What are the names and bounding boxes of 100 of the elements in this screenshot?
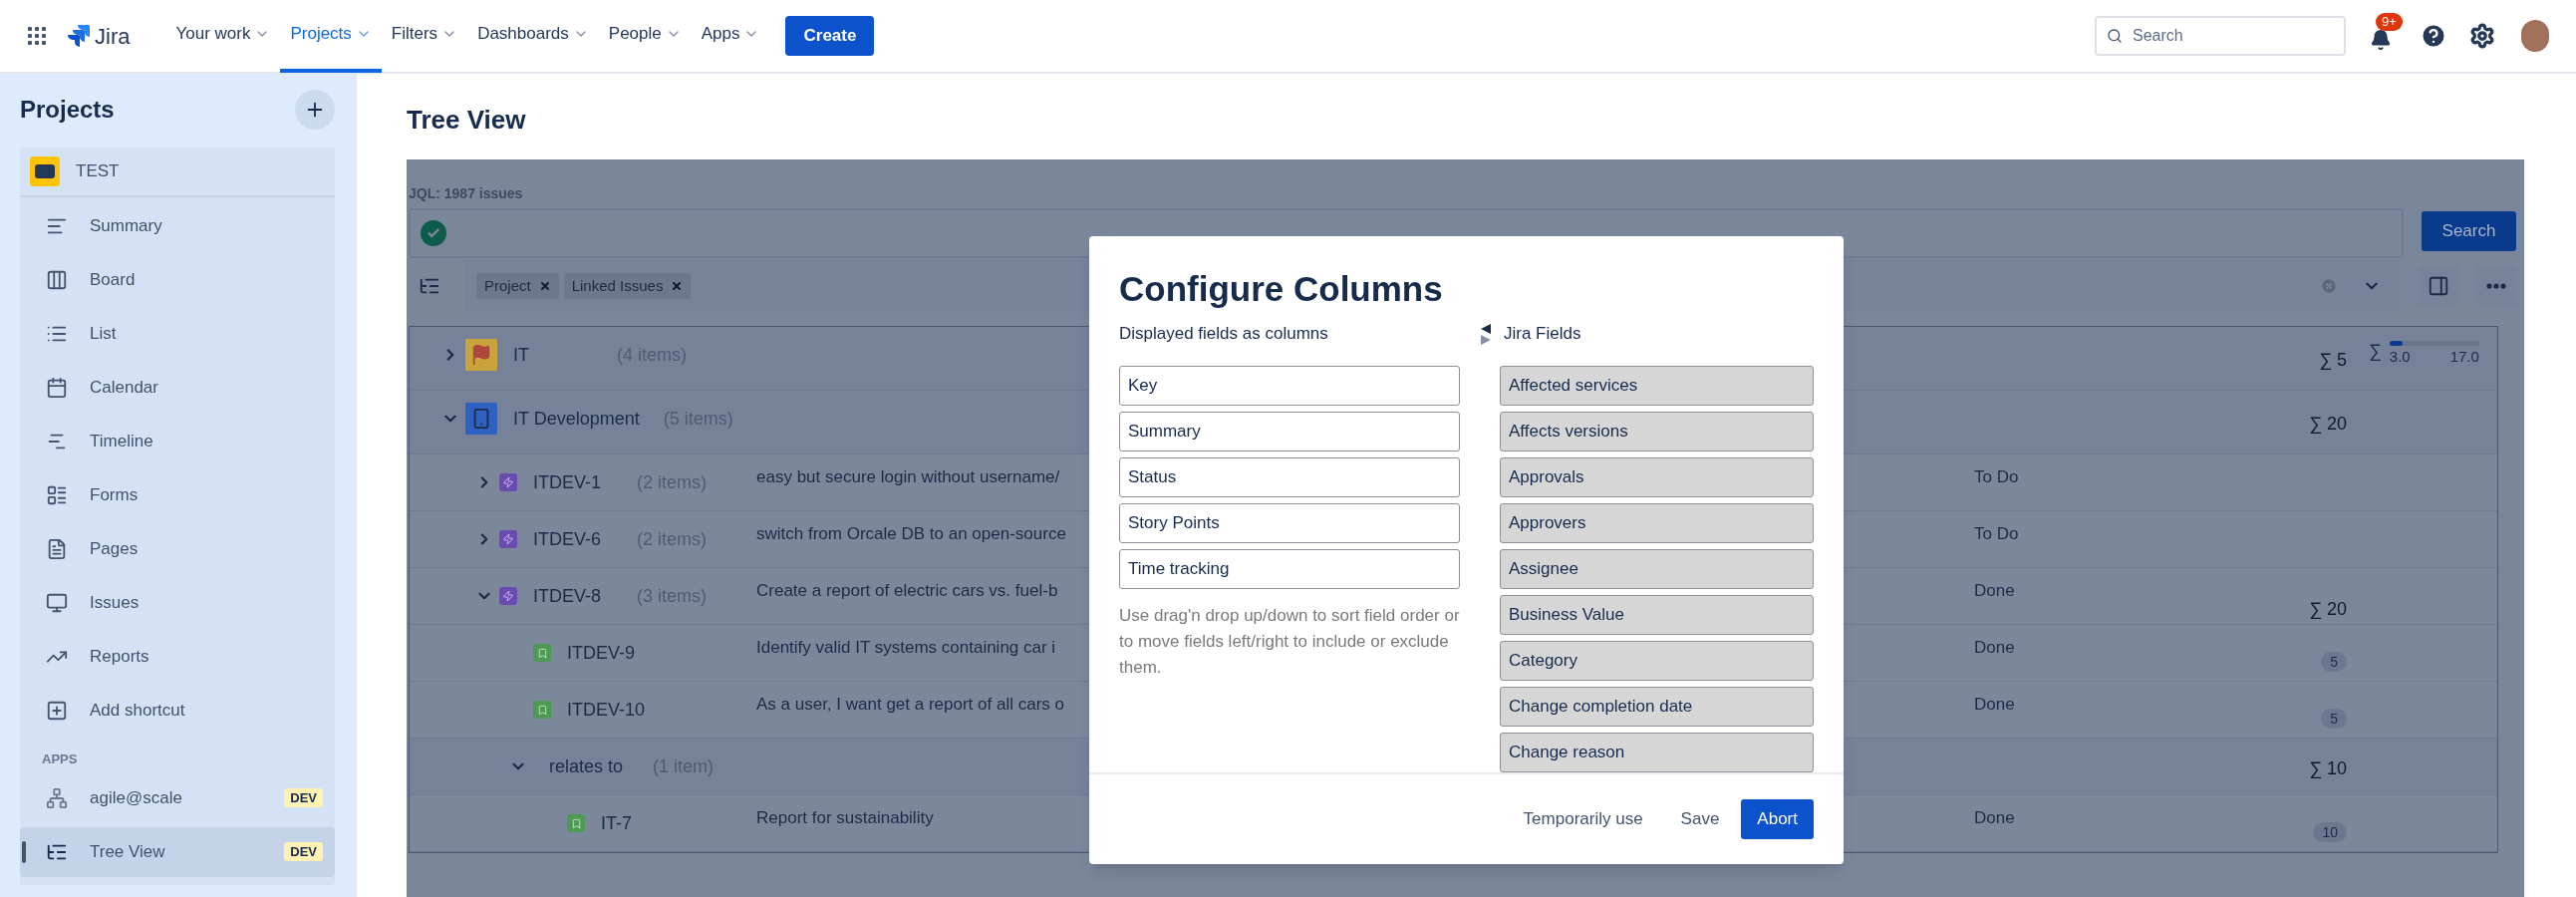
sidebar-item[interactable]: Calendar — [20, 363, 335, 413]
collapse-expand-icon[interactable] — [1480, 323, 1492, 345]
sidebar-item[interactable]: Summary — [20, 201, 335, 251]
dialog-button[interactable]: Temporarily use — [1507, 799, 1659, 839]
story-points-sum: ∑ 5 — [2319, 349, 2347, 372]
settings-icon[interactable] — [2469, 23, 2495, 49]
available-field[interactable]: Approvals — [1500, 457, 1814, 497]
issue-key[interactable]: ITDEV-9 — [567, 639, 647, 667]
available-field[interactable]: Change completion date — [1500, 687, 1814, 727]
available-field[interactable]: Approvers — [1500, 503, 1814, 543]
available-field[interactable]: Change reason — [1500, 733, 1814, 772]
issue-key[interactable]: ITDEV-8 — [533, 582, 613, 610]
app-name[interactable]: Jira — [95, 19, 131, 53]
logo-icon — [65, 23, 91, 49]
available-field[interactable]: Business Value — [1500, 595, 1814, 635]
columns-icon — [2428, 275, 2449, 297]
time-sum-sign: ∑ — [2369, 341, 2382, 361]
issue-status: To Do — [1974, 524, 2019, 543]
search-field[interactable]: Search — [2095, 16, 2346, 56]
displayed-field[interactable]: Time tracking — [1119, 549, 1460, 589]
dev-badge: DEV — [284, 787, 323, 808]
nav-menu-item[interactable]: Dashboards — [467, 0, 599, 73]
available-field[interactable]: Assignee — [1500, 549, 1814, 589]
issue-summary: As a user, I want get a report of all cars o — [756, 695, 1064, 714]
issue-summary: Create a report of electric cars vs. fuel-b — [756, 581, 1058, 600]
dev-badge: DEV — [284, 841, 323, 862]
displayed-field[interactable]: Story Points — [1119, 503, 1460, 543]
issue-summary: Identify valid IT systems containing car i — [756, 638, 1056, 657]
jql-result-count: JQL: 1987 issues — [409, 184, 524, 203]
issue-key[interactable]: ITDEV-1 — [533, 468, 613, 496]
lightning-icon — [499, 587, 517, 605]
available-field[interactable]: Affected services — [1500, 366, 1814, 406]
add-project-button[interactable] — [295, 90, 335, 130]
section-heading: APPS — [42, 750, 79, 768]
app-grid-icon[interactable] — [27, 26, 47, 46]
create-button[interactable]: Create — [785, 16, 875, 56]
add-icon — [46, 700, 68, 722]
notifications-icon[interactable] — [2370, 29, 2392, 51]
issue-key[interactable]: IT-7 — [601, 809, 681, 837]
lightning-icon — [499, 473, 517, 491]
sidebar-item[interactable]: Pages — [20, 524, 335, 574]
sidebar-item[interactable]: Reports — [20, 632, 335, 682]
dialog-title: Configure Columns — [1119, 268, 1444, 310]
issue-summary: switch from Orcale DB to an open-source — [756, 524, 1066, 543]
project-name[interactable]: IT — [513, 341, 593, 369]
remove-icon[interactable] — [538, 280, 551, 292]
sidebar-title: Projects — [20, 95, 115, 125]
issue-key[interactable]: ITDEV-10 — [567, 696, 647, 724]
board-icon — [46, 269, 68, 291]
issue-status: Done — [1974, 581, 2015, 600]
sidebar-item[interactable]: Add shortcut — [20, 686, 335, 736]
remove-icon[interactable] — [671, 280, 684, 292]
issue-status: To Do — [1974, 467, 2019, 486]
issue-summary: easy but secure login without username/ — [756, 467, 1060, 486]
app-name: agile@scale — [90, 786, 183, 809]
story-points-badge: 5 — [2321, 652, 2347, 672]
dialog-button[interactable]: Abort — [1741, 799, 1814, 839]
search-button[interactable]: Search — [2422, 211, 2516, 251]
link-type[interactable]: relates to — [549, 752, 629, 780]
project-name[interactable]: TEST — [76, 158, 120, 184]
nav-menu-item[interactable]: Your work — [165, 0, 281, 73]
displayed-field[interactable]: Status — [1119, 457, 1460, 497]
nav-menu-item[interactable]: Filters — [381, 0, 468, 73]
story-points-sum: ∑ 20 — [2309, 413, 2347, 436]
help-icon[interactable] — [2420, 22, 2447, 50]
column-heading: Displayed fields as columns — [1119, 323, 1329, 345]
column-heading: Jira Fields — [1504, 323, 1581, 345]
available-field[interactable]: Affects versions — [1500, 412, 1814, 451]
displayed-field[interactable]: Summary — [1119, 412, 1460, 451]
app-name: Tree View — [90, 840, 166, 863]
sidebar-item[interactable]: Timeline — [20, 417, 335, 466]
nav-menu-item[interactable]: Apps — [691, 0, 770, 73]
sidebar-item[interactable]: Board — [20, 255, 335, 305]
bookmark-icon — [533, 701, 551, 719]
displayed-field[interactable]: Key — [1119, 366, 1460, 406]
project-name[interactable]: IT Development — [513, 405, 640, 433]
page-title: Tree View — [407, 104, 527, 136]
dialog-button[interactable]: Save — [1664, 799, 1736, 839]
story-points-badge: 10 — [2313, 822, 2347, 842]
time-remaining: 17.0 — [2449, 347, 2479, 367]
nav-menu-item[interactable]: People — [598, 0, 692, 73]
sidebar-item[interactable]: Issues — [20, 578, 335, 628]
user-avatar[interactable] — [2521, 20, 2549, 52]
story-points-sum: ∑ 10 — [2309, 756, 2347, 780]
bookmark-icon — [567, 814, 585, 832]
bookmark-icon — [533, 644, 551, 662]
app-item[interactable]: Tree View DEV — [20, 826, 335, 877]
story-points-badge: 5 — [2321, 709, 2347, 729]
issue-status: Done — [1974, 695, 2015, 714]
issue-status: Done — [1974, 808, 2015, 827]
issue-status: Done — [1974, 638, 2015, 657]
sidebar-item[interactable]: Forms — [20, 470, 335, 520]
lightning-icon — [499, 530, 517, 548]
monitor-icon — [46, 592, 68, 614]
issue-key[interactable]: ITDEV-6 — [533, 525, 613, 553]
app-item[interactable]: agile@scale DEV — [20, 772, 335, 823]
form-icon — [46, 484, 68, 506]
available-field[interactable]: Category — [1500, 641, 1814, 681]
story-points-sum: ∑ 20 — [2309, 597, 2347, 621]
sidebar-item[interactable]: List — [20, 309, 335, 359]
